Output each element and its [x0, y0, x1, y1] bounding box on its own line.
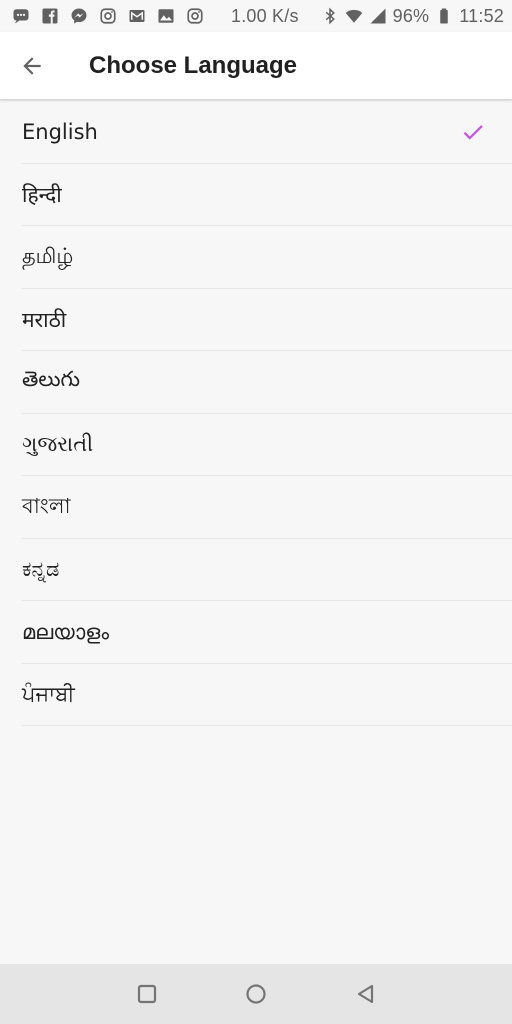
language-item-english[interactable]: English	[0, 101, 512, 164]
signal-icon	[369, 7, 387, 25]
clock: 11:52	[459, 5, 504, 26]
language-item-malayalam[interactable]: മലയാളം	[0, 601, 512, 664]
bluetooth-icon	[321, 7, 339, 25]
language-item-marathi[interactable]: मराठी	[0, 289, 512, 352]
instagram-icon	[99, 7, 117, 25]
facebook-icon	[41, 7, 59, 25]
instagram-icon	[186, 7, 204, 25]
back-triangle-icon	[357, 984, 374, 1004]
status-bar: 1.00 K/s 96% 11:52	[0, 0, 512, 32]
app-bar: Choose Language	[0, 32, 512, 100]
gallery-icon	[157, 7, 175, 25]
messenger-icon	[70, 7, 88, 25]
recents-button[interactable]	[135, 982, 159, 1006]
screen: 1.00 K/s 96% 11:52 Choose Language Engli…	[0, 0, 512, 1024]
language-item-tamil[interactable]: தமிழ்	[0, 226, 512, 289]
chat-icon	[12, 7, 30, 25]
home-button[interactable]	[244, 982, 268, 1006]
language-label: മലയാളം	[22, 619, 110, 644]
language-label: ગુજરાતી	[22, 432, 94, 457]
language-label: हिन्दी	[22, 182, 62, 207]
language-item-bengali[interactable]: বাংলা	[0, 476, 512, 539]
language-label: తెలుగు	[22, 367, 81, 392]
language-label: বাংলা	[22, 493, 71, 518]
home-circle-icon	[246, 984, 266, 1004]
language-list: English हिन्दी தமிழ் मराठी తెలుగు ગુજરાત…	[0, 101, 512, 726]
battery-icon	[435, 7, 453, 25]
language-label: ਪੰਜਾਬੀ	[22, 682, 75, 707]
language-item-hindi[interactable]: हिन्दी	[0, 164, 512, 227]
battery-percent: 96%	[392, 5, 430, 26]
back-nav-button[interactable]	[354, 982, 378, 1006]
language-label: English	[22, 120, 98, 145]
language-item-punjabi[interactable]: ਪੰਜਾਬੀ	[0, 664, 512, 727]
gmail-icon	[128, 7, 146, 25]
back-button[interactable]	[0, 34, 64, 98]
network-speed: 1.00 K/s	[231, 5, 299, 26]
system-icons: 96% 11:52	[321, 6, 504, 27]
page-title: Choose Language	[89, 51, 298, 79]
language-label: தமிழ்	[22, 243, 74, 268]
language-label: ಕನ್ನಡ	[22, 557, 60, 582]
wifi-icon	[345, 7, 363, 25]
language-item-gujarati[interactable]: ગુજરાતી	[0, 414, 512, 477]
language-label: मराठी	[22, 307, 67, 332]
language-item-telugu[interactable]: తెలుగు	[0, 351, 512, 414]
recents-square-icon	[137, 984, 157, 1004]
navigation-bar	[0, 964, 512, 1024]
language-item-kannada[interactable]: ಕನ್ನಡ	[0, 539, 512, 602]
notification-icons: 1.00 K/s	[12, 6, 299, 27]
arrow-left-icon	[23, 56, 41, 75]
check-icon	[463, 125, 483, 140]
